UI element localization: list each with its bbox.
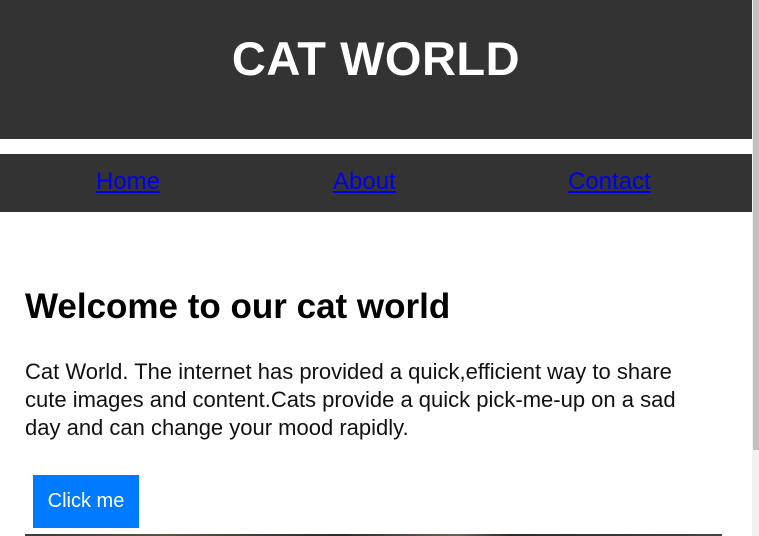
nav-link-contact[interactable]: Contact bbox=[568, 168, 651, 196]
intro-paragraph: Cat World. The internet has provided a q… bbox=[25, 359, 676, 440]
page: CAT WORLD Home About Contact Welcome to … bbox=[0, 0, 752, 536]
nav-link-home[interactable]: Home bbox=[96, 168, 160, 196]
site-title: CAT WORLD bbox=[231, 32, 521, 85]
vertical-scrollbar[interactable] bbox=[752, 0, 759, 536]
site-header: CAT WORLD bbox=[0, 0, 752, 139]
welcome-heading: Welcome to our cat world bbox=[25, 287, 451, 326]
click-me-button[interactable]: Click me bbox=[33, 475, 139, 528]
scrollbar-thumb[interactable] bbox=[753, 0, 759, 450]
main-content: Welcome to our cat world Cat World. The … bbox=[25, 285, 725, 442]
main-navigation: Home About Contact bbox=[0, 154, 752, 212]
nav-link-about[interactable]: About bbox=[333, 168, 396, 196]
